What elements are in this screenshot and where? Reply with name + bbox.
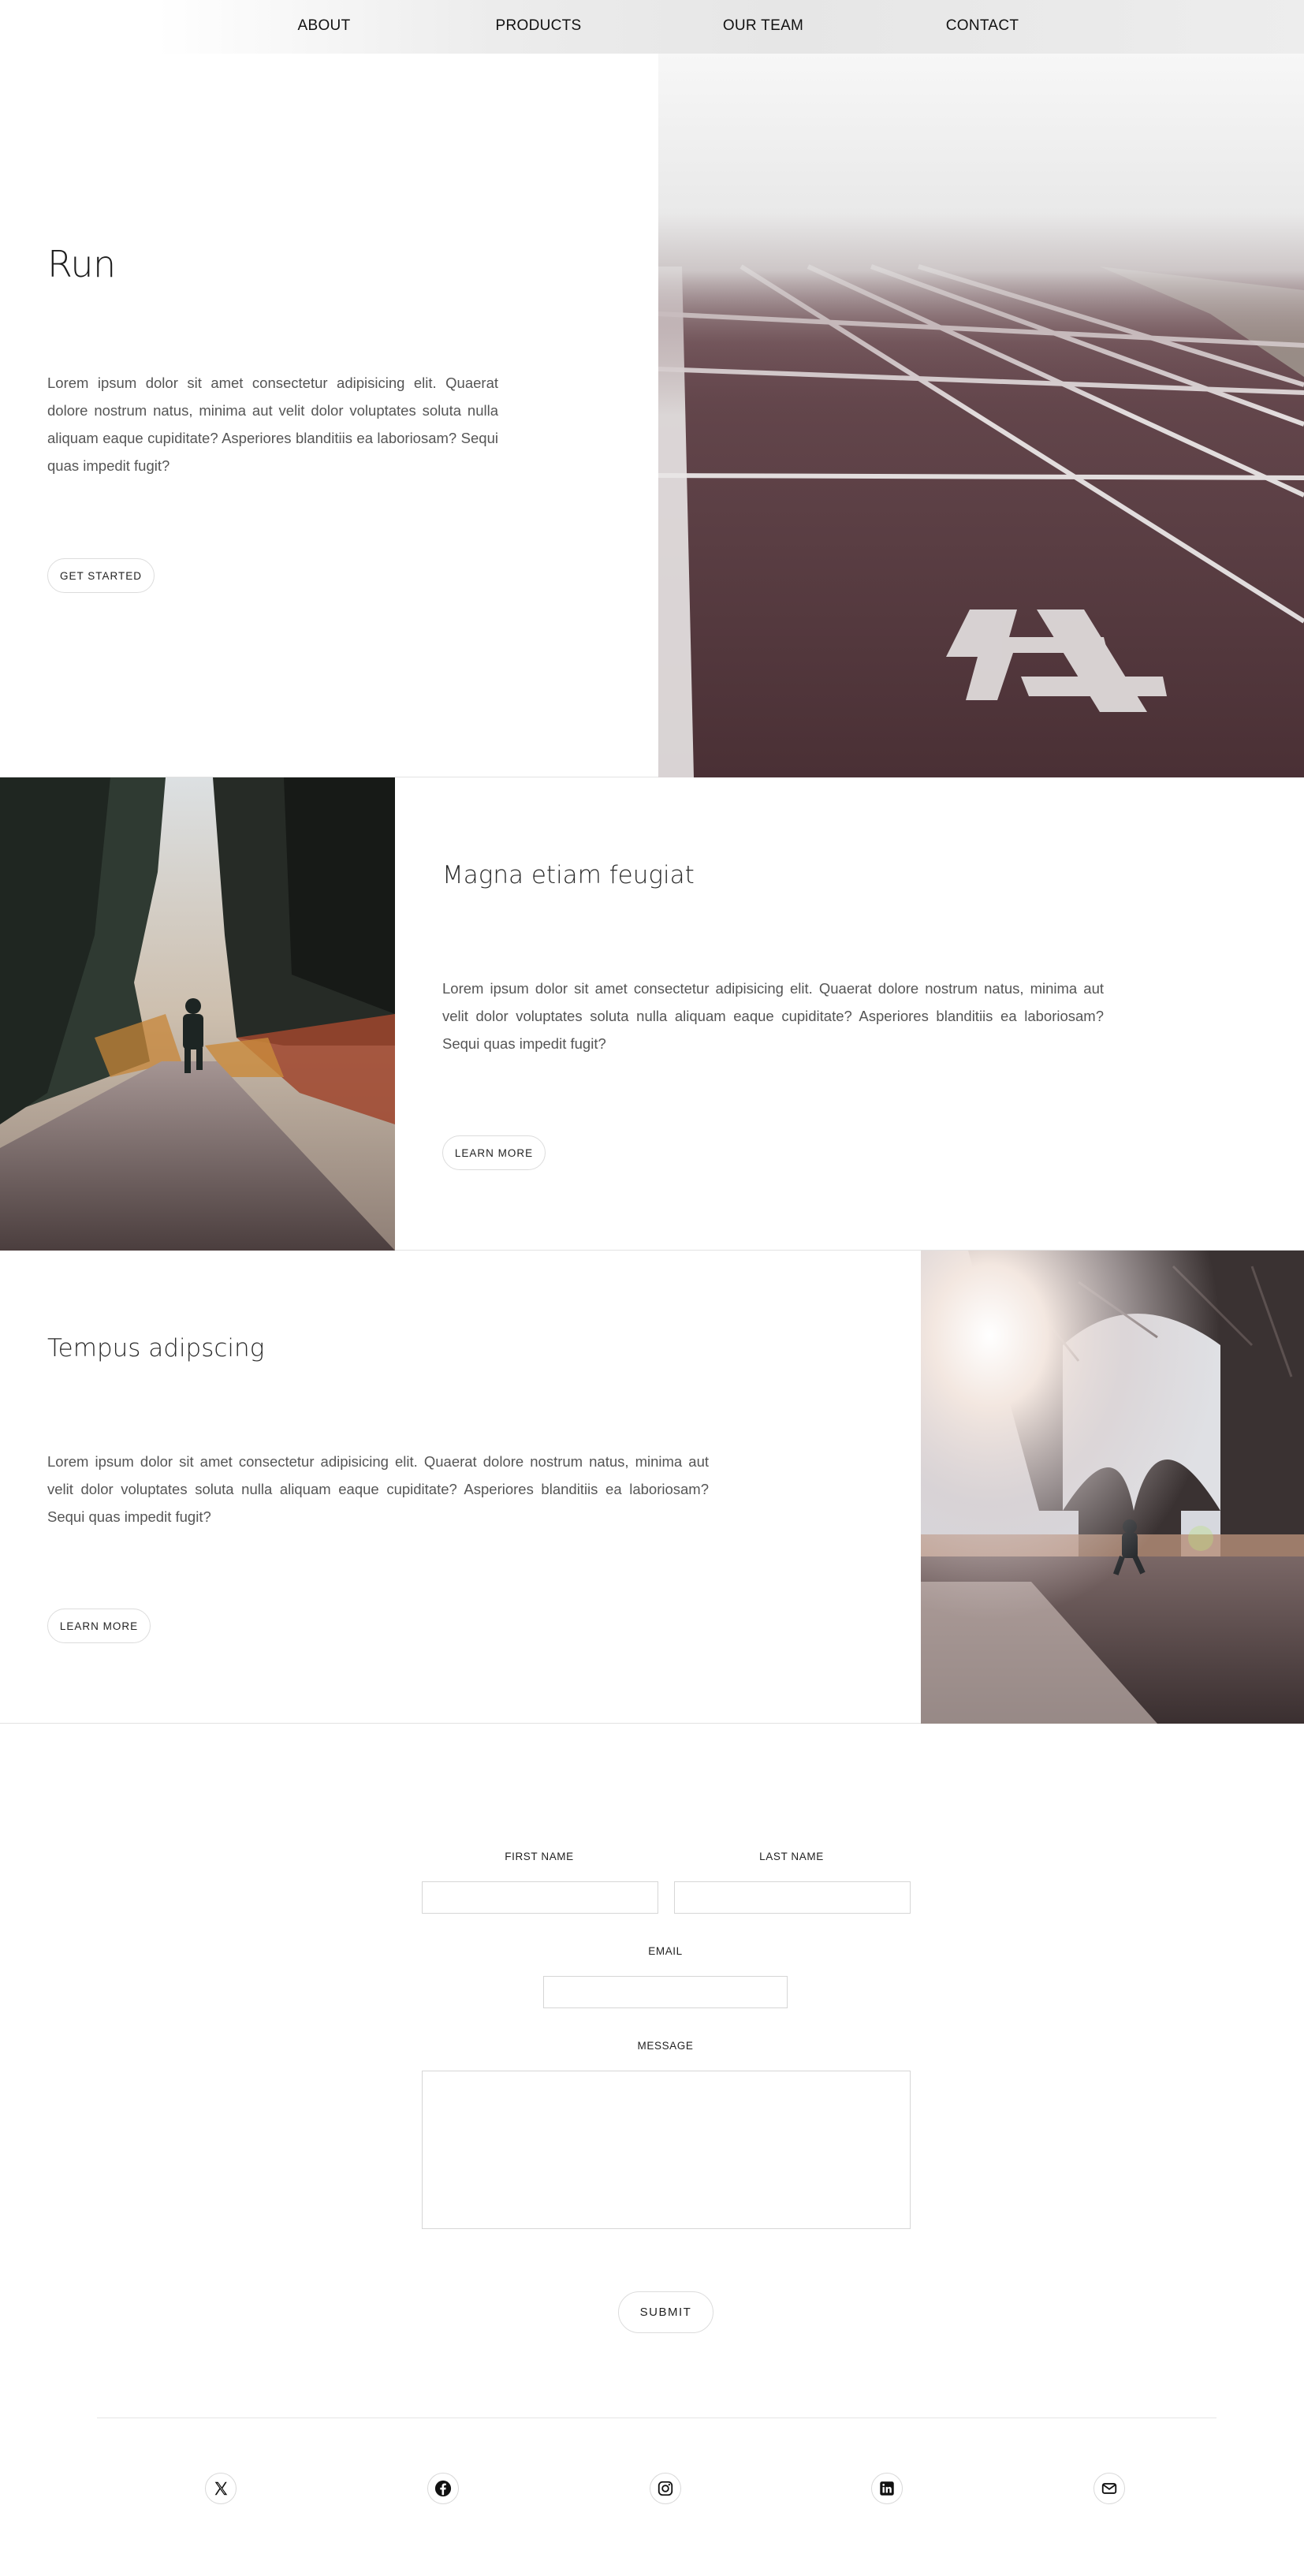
bridge-runner-image xyxy=(921,1251,1304,1724)
mail-icon xyxy=(1101,2480,1118,2497)
hero-body: Lorem ipsum dolor sit amet consectetur a… xyxy=(47,375,498,474)
feature-2-title: Tempus adipscing xyxy=(47,1334,265,1363)
feature-1-title: Magna etiam feugiat xyxy=(442,861,695,889)
feature-section-1: Magna etiam feugiat Lorem ipsum dolor si… xyxy=(0,777,1304,1251)
nav-our-team-link[interactable]: OUR TEAM xyxy=(723,17,803,35)
instagram-icon xyxy=(657,2480,674,2497)
mail-social-link[interactable] xyxy=(1093,2473,1125,2504)
learn-more-button-2[interactable]: LEARN MORE xyxy=(47,1609,151,1643)
first-name-field[interactable] xyxy=(422,1881,658,1914)
last-name-label: LAST NAME xyxy=(759,1851,824,1862)
nav-about-link[interactable]: ABOUT xyxy=(298,17,351,35)
nav-products-link[interactable]: PRODUCTS xyxy=(495,17,581,35)
get-started-button[interactable]: GET STARTED xyxy=(47,558,155,593)
message-label: MESSAGE xyxy=(637,2040,694,2052)
last-name-field[interactable] xyxy=(674,1881,911,1914)
facebook-social-link[interactable] xyxy=(427,2473,459,2504)
feature-section-2: Tempus adipscing Lorem ipsum dolor sit a… xyxy=(0,1251,1304,1724)
running-track-image xyxy=(658,54,1304,777)
feature-2-body: Lorem ipsum dolor sit amet consectetur a… xyxy=(47,1453,709,1525)
x-icon xyxy=(212,2480,229,2497)
top-nav: ABOUT PRODUCTS OUR TEAM CONTACT xyxy=(0,0,1304,54)
feature-1-body: Lorem ipsum dolor sit amet consectetur a… xyxy=(442,980,1104,1052)
learn-more-button-1[interactable]: LEARN MORE xyxy=(442,1135,546,1170)
email-field[interactable] xyxy=(543,1976,788,2008)
linkedin-social-link[interactable] xyxy=(871,2473,903,2504)
message-field[interactable] xyxy=(422,2071,911,2229)
hero-section: Run Lorem ipsum dolor sit amet consectet… xyxy=(0,54,1304,777)
nav-contact-link[interactable]: CONTACT xyxy=(946,17,1019,35)
email-label: EMAIL xyxy=(648,1945,683,1957)
x-social-link[interactable] xyxy=(205,2473,237,2504)
linkedin-icon xyxy=(878,2480,896,2497)
forest-runner-image xyxy=(0,777,395,1251)
submit-button[interactable]: SUBMIT xyxy=(618,2291,713,2333)
hero-title: Run xyxy=(47,243,116,285)
first-name-label: FIRST NAME xyxy=(505,1851,574,1862)
facebook-icon xyxy=(434,2480,452,2497)
instagram-social-link[interactable] xyxy=(650,2473,681,2504)
